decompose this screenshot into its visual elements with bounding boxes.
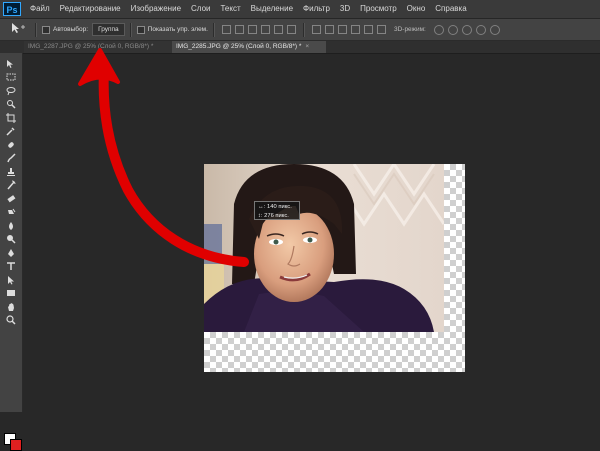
dodge-icon[interactable]: [4, 234, 18, 245]
transform-size-tooltip: ↔: 140 пикс. ↕: 276 пикс.: [254, 201, 300, 220]
tab-img-2285[interactable]: IMG_2285.JPG @ 25% (Слой 0, RGB/8*) * ×: [172, 41, 326, 53]
tab-img-2287[interactable]: IMG_2287.JPG @ 25% (Слой 0, RGB/8*) *: [24, 41, 172, 53]
clone-stamp-icon[interactable]: [4, 166, 18, 177]
menu-help[interactable]: Справка: [430, 0, 471, 18]
close-icon[interactable]: ×: [305, 43, 309, 50]
brush-icon[interactable]: [4, 153, 18, 164]
align-right-icon[interactable]: [286, 25, 296, 34]
align-bottom-icon[interactable]: [247, 25, 257, 34]
tools-panel: [0, 53, 23, 451]
options-bar: Автовыбор: Группа Показать упр. элем. 3D…: [0, 19, 600, 41]
separator: [129, 22, 132, 37]
menu-window[interactable]: Окно: [402, 0, 431, 18]
roll-3d-icon[interactable]: [447, 24, 458, 35]
tab-label: IMG_2285.JPG @ 25% (Слой 0, RGB/8*) *: [176, 43, 302, 50]
slide-3d-icon[interactable]: [475, 24, 486, 35]
menu-view[interactable]: Просмотр: [355, 0, 402, 18]
menu-bar: Ps Файл Редактирование Изображение Слои …: [0, 0, 600, 19]
healing-brush-icon[interactable]: [4, 139, 18, 150]
align-left-icon[interactable]: [260, 25, 270, 34]
rectangle-icon[interactable]: [4, 288, 18, 299]
menu-file[interactable]: Файл: [25, 0, 55, 18]
distribute-right-icon[interactable]: [376, 25, 386, 34]
background-color-swatch[interactable]: [10, 439, 22, 451]
tooltip-width-value: 140 пикс.: [267, 204, 292, 210]
align-hcenter-icon[interactable]: [273, 25, 283, 34]
lasso-icon[interactable]: [4, 85, 18, 96]
mode-3d-label: 3D-режим:: [393, 26, 426, 33]
menu-3d[interactable]: 3D: [335, 0, 355, 18]
hand-icon[interactable]: [4, 301, 18, 312]
tooltip-width-row: ↔: 140 пикс.: [258, 204, 292, 210]
distribute-hcenter-icon[interactable]: [363, 25, 373, 34]
tooltip-height-value: 276 пикс.: [264, 212, 289, 219]
quick-select-icon[interactable]: [4, 99, 18, 110]
menu-image[interactable]: Изображение: [126, 0, 186, 18]
tooltip-height-row: ↕: 276 пикс.: [258, 212, 289, 219]
drag-3d-icon[interactable]: [461, 24, 472, 35]
blur-icon[interactable]: [4, 220, 18, 231]
separator: [212, 22, 215, 37]
gradient-icon[interactable]: [4, 207, 18, 218]
history-brush-icon[interactable]: [4, 180, 18, 191]
distribute-top-icon[interactable]: [311, 25, 321, 34]
menu-layers[interactable]: Слои: [186, 0, 215, 18]
photo-layer[interactable]: [204, 164, 444, 332]
rotate-3d-icon[interactable]: [433, 24, 444, 35]
path-select-icon[interactable]: [4, 274, 18, 285]
show-transform-label: Показать упр. элем.: [147, 26, 208, 33]
pen-icon[interactable]: [4, 247, 18, 258]
show-transform-checkbox[interactable]: [136, 25, 145, 34]
autoselect-checkbox[interactable]: [42, 25, 50, 34]
menu-filter[interactable]: Фильтр: [298, 0, 335, 18]
separator: [302, 22, 305, 37]
scale-3d-icon[interactable]: [489, 24, 500, 35]
separator: [35, 22, 37, 37]
autoselect-label: Автовыбор:: [53, 26, 89, 33]
distribute-bottom-icon[interactable]: [337, 25, 347, 34]
photoshop-logo: Ps: [3, 2, 21, 16]
menu-select[interactable]: Выделение: [246, 0, 298, 18]
distribute-left-icon[interactable]: [350, 25, 360, 34]
distribute-vcenter-icon[interactable]: [324, 25, 334, 34]
autoselect-dropdown[interactable]: Группа: [92, 23, 125, 36]
menu-edit[interactable]: Редактирование: [55, 0, 126, 18]
document-tab-bar: IMG_2287.JPG @ 25% (Слой 0, RGB/8*) * IM…: [0, 41, 600, 54]
move-tool-icon[interactable]: [6, 22, 30, 37]
eyedropper-icon[interactable]: [4, 126, 18, 137]
marquee-icon[interactable]: [4, 72, 18, 83]
align-top-icon[interactable]: [221, 25, 231, 34]
eraser-icon[interactable]: [4, 193, 18, 204]
type-icon[interactable]: [4, 261, 18, 272]
align-vcenter-icon[interactable]: [234, 25, 244, 34]
zoom-icon[interactable]: [4, 315, 18, 326]
tab-label: IMG_2287.JPG @ 25% (Слой 0, RGB/8*) *: [28, 43, 154, 50]
menu-type[interactable]: Текст: [215, 0, 245, 18]
move-tool-icon[interactable]: [4, 58, 18, 69]
crop-icon[interactable]: [4, 112, 18, 123]
